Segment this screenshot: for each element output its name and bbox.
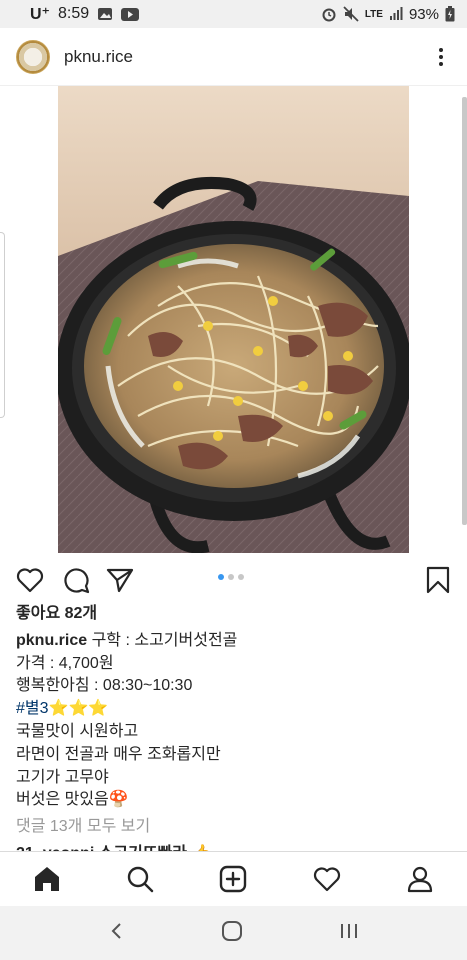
heart-icon [313,867,340,892]
edge-panel-handle[interactable] [0,232,5,418]
plus-square-icon [220,865,247,893]
gallery-icon [97,7,113,21]
hotpot-illustration [58,86,409,553]
carousel-dot [238,574,244,580]
alarm-icon [321,6,337,22]
more-dot-icon [439,47,443,52]
paper-plane-icon [106,568,134,593]
bottom-nav [0,851,467,906]
nav-search-button[interactable] [123,862,157,896]
post-photo[interactable] [58,86,409,553]
system-recents-button[interactable] [338,921,360,946]
star-emoji: ⭐⭐⭐ [48,700,109,718]
youtube-icon [121,7,140,21]
caption-line: 가격 : 4,700원 [16,654,114,672]
caption-line: 버섯은 맛있음🍄 [16,789,456,812]
caption-text: 구학 : 소고기버섯전골 [87,631,238,649]
caption-text: 버섯은 맛있음 [16,791,109,809]
nav-add-button[interactable] [216,862,250,896]
share-button[interactable] [106,566,134,594]
view-all-comments-link[interactable]: 댓글 13개 모두 보기 [16,816,456,839]
carousel-indicator [218,574,244,580]
person-icon [408,866,433,893]
mushroom-emoji: 🍄 [108,791,129,809]
carousel-dot [218,574,224,580]
carousel-dot [228,574,234,580]
more-dot-icon [439,54,443,59]
nav-activity-button[interactable] [310,862,344,896]
carrier-label: U⁺ [30,6,50,23]
comment-button[interactable] [62,566,90,594]
nav-home-button[interactable] [30,862,64,896]
like-button[interactable] [16,566,44,594]
caption-line: 라면이 전골과 매우 조화롭지만 [16,745,221,763]
caption-username[interactable]: pknu.rice [16,632,87,649]
save-button[interactable] [424,566,452,594]
search-icon [127,866,154,893]
caption-line: 행복한아침 : 08:30~10:30 [16,677,193,695]
home-icon [34,867,59,891]
caption-line: pknu.rice 구학 : 소고기버섯전골 [16,630,456,653]
recents-icon [340,923,357,938]
system-back-button[interactable] [107,921,127,946]
scrollbar[interactable] [462,97,467,525]
hashtag-link[interactable]: #별3 [16,700,49,717]
post-header: pknu.rice [0,28,467,86]
back-chevron-icon [111,922,121,939]
post-username[interactable]: pknu.rice [64,47,133,67]
more-options-button[interactable] [431,43,451,71]
post-actions [0,560,467,600]
clock: 8:59 [58,5,90,22]
comment-preview[interactable]: 21_yeonni 소고기뜨빠라 👍 [16,843,456,851]
status-bar: U⁺ 8:59 LTE 93% [0,0,467,28]
battery-level: 93% [408,5,439,23]
heart-outline-icon [16,568,44,593]
bookmark-icon [426,566,450,594]
system-nav-bar [0,906,467,960]
signal-icon [389,7,403,21]
caption-line: #별3⭐⭐⭐ [16,698,456,721]
battery-icon [445,6,455,22]
avatar[interactable] [16,39,50,74]
post-caption: 좋아요 82개 pknu.rice 구학 : 소고기버섯전골 가격 : 4,70… [16,603,456,839]
network-type: LTE [364,8,383,20]
likes-count[interactable]: 좋아요 82개 [16,603,456,626]
more-dot-icon [439,61,443,66]
mute-icon [343,6,359,22]
comment-bubble-icon [64,568,90,594]
caption-line: 국물맛이 시원하고 [16,722,139,740]
nav-profile-button[interactable] [403,862,437,896]
system-home-button[interactable] [221,920,243,947]
caption-line: 고기가 고무야 [16,768,109,786]
home-square-icon [222,920,243,941]
